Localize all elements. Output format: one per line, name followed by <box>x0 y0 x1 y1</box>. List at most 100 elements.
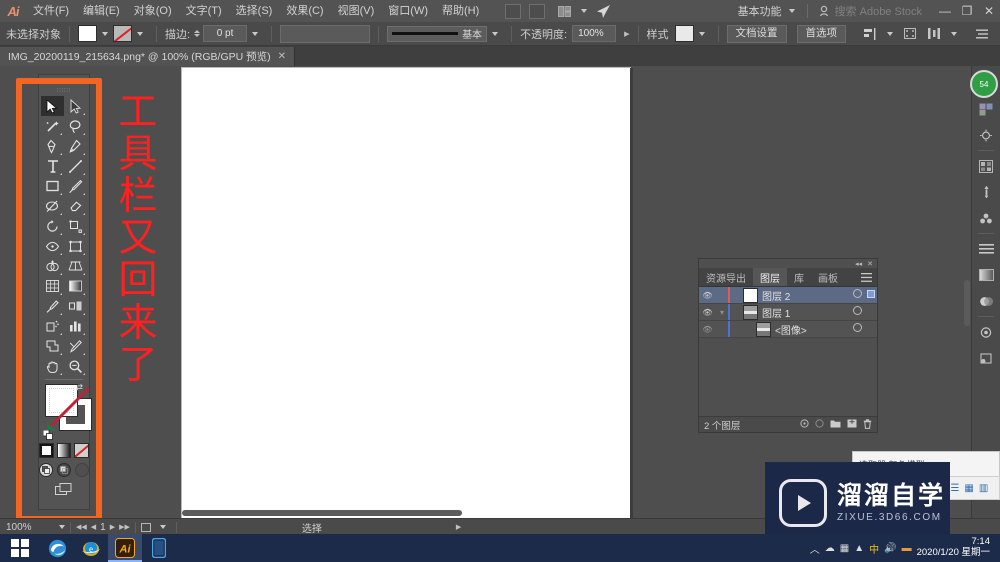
qt-icon-4[interactable]: ▥ <box>979 483 988 494</box>
menu-object[interactable]: 对象(O) <box>127 0 179 22</box>
tool-type[interactable] <box>41 156 64 176</box>
layers-panel[interactable]: ◂◂ ✕ 资源导出 图层 库 画板 👁 图层 2 👁 ▾ 图层 1 👁 <图像>… <box>698 258 878 433</box>
tool-shaper[interactable] <box>41 196 64 216</box>
transform-panel-icon[interactable] <box>899 25 921 43</box>
tool-eraser[interactable] <box>64 196 87 216</box>
align-to-icon[interactable] <box>859 25 881 43</box>
layer-expand-arrow-icon[interactable]: ▾ <box>716 308 728 317</box>
sublayer-target-icon[interactable] <box>849 323 865 335</box>
menu-select[interactable]: 选择(S) <box>229 0 280 22</box>
stroke-weight-stepper[interactable] <box>194 30 201 37</box>
change-screen-mode-icon[interactable] <box>55 483 73 500</box>
properties-icon[interactable] <box>972 122 1000 148</box>
tool-eyedropper[interactable] <box>41 296 64 316</box>
document-setup-button[interactable]: 文档设置 <box>726 24 787 43</box>
new-sublayer-icon[interactable] <box>830 419 841 430</box>
tool-lasso[interactable] <box>64 116 87 136</box>
layer-name[interactable]: 图层 2 <box>762 288 849 303</box>
layer-visibility-icon[interactable]: 👁 <box>699 291 716 300</box>
menu-effect[interactable]: 效果(C) <box>279 0 330 22</box>
tools-panel-header[interactable]: ◂◂ ✕ <box>39 75 89 86</box>
input-method-icon[interactable]: 中 <box>869 541 879 556</box>
tool-line-segment[interactable] <box>64 156 87 176</box>
page-number-input[interactable]: 1 <box>100 522 106 533</box>
layer-visibility-icon[interactable]: 👁 <box>699 308 716 317</box>
zoom-caret-icon[interactable] <box>59 525 65 529</box>
tool-artboard[interactable] <box>41 336 64 356</box>
fill-color-box[interactable] <box>45 384 78 417</box>
panel-options-icon[interactable] <box>971 25 993 43</box>
tool-pen[interactable] <box>41 136 64 156</box>
tool-magic-wand[interactable] <box>41 116 64 136</box>
share-icon[interactable] <box>593 2 615 20</box>
tab-libraries[interactable]: 库 <box>787 268 811 286</box>
menu-type[interactable]: 文字(T) <box>179 0 229 22</box>
tools-panel-grip[interactable]: ∷∷∷ <box>39 86 89 94</box>
table-row[interactable]: 👁 ▾ 图层 1 <box>699 304 877 321</box>
minimize-button[interactable]: — <box>934 0 956 22</box>
layer-target-icon[interactable] <box>849 306 865 318</box>
vertical-scrollbar[interactable] <box>964 280 970 326</box>
tool-column-graph[interactable] <box>64 316 87 336</box>
network-icon[interactable]: ▦ <box>840 543 849 554</box>
swap-fill-stroke-icon[interactable]: ⇄ <box>75 382 83 393</box>
panel-close-icon[interactable]: ✕ <box>80 77 86 85</box>
preferences-button[interactable]: 首选项 <box>796 24 847 43</box>
stroke-icon[interactable] <box>972 236 1000 262</box>
restore-button[interactable]: ❐ <box>956 0 978 22</box>
draw-mode-behind[interactable] <box>57 463 71 477</box>
artboard-canvas[interactable] <box>182 68 630 521</box>
tab-layers[interactable]: 图层 <box>753 268 787 286</box>
tool-gradient[interactable] <box>64 276 87 296</box>
new-layer-icon[interactable] <box>847 419 857 430</box>
tool-scale[interactable] <box>64 216 87 236</box>
transparency-icon[interactable] <box>972 288 1000 314</box>
stroke-profile-caret-icon[interactable] <box>492 31 499 36</box>
menu-edit[interactable]: 编辑(E) <box>76 0 127 22</box>
tool-rotate[interactable] <box>41 216 64 236</box>
tool-zoom[interactable] <box>64 356 87 376</box>
opacity-flyout-icon[interactable]: ▶ <box>624 30 629 38</box>
layers-close-icon[interactable]: ✕ <box>867 260 873 268</box>
bridge-icon[interactable] <box>505 3 522 19</box>
symbols-icon[interactable] <box>972 205 1000 231</box>
tool-hand[interactable] <box>41 356 64 376</box>
color-mode-gradient[interactable] <box>56 443 72 458</box>
stroke-caret-icon[interactable] <box>137 31 143 36</box>
document-tab-close-icon[interactable]: ✕ <box>278 51 286 62</box>
horizontal-scrollbar[interactable] <box>182 510 462 516</box>
tool-rectangle[interactable] <box>41 176 64 196</box>
tab-asset-export[interactable]: 资源导出 <box>699 268 753 286</box>
tool-width[interactable] <box>41 236 64 256</box>
taskbar-app-internet-explorer[interactable]: e <box>74 534 108 562</box>
last-page-icon[interactable]: ▶▶ <box>119 523 130 531</box>
opacity-input[interactable]: 100% <box>572 25 617 42</box>
artboard-caret-icon[interactable] <box>159 525 166 529</box>
layers-collapse-icon[interactable]: ◂◂ <box>855 260 862 268</box>
stroke-weight-caret-icon[interactable] <box>252 31 259 36</box>
tool-free-transform[interactable] <box>64 236 87 256</box>
status-flyout-icon[interactable]: ▶ <box>456 523 461 531</box>
libraries-icon[interactable] <box>972 96 1000 122</box>
locate-object-icon[interactable] <box>800 419 809 430</box>
color-mode-none[interactable] <box>74 443 90 458</box>
layers-panel-header[interactable]: ◂◂ ✕ <box>699 259 877 268</box>
style-swatch[interactable] <box>674 25 694 42</box>
cc-notification-badge[interactable]: 54 <box>970 70 998 98</box>
tool-mesh[interactable] <box>41 276 64 296</box>
tool-slice[interactable] <box>64 336 87 356</box>
arrange-documents-icon[interactable] <box>553 2 575 20</box>
appearance-icon[interactable] <box>972 319 1000 345</box>
cloud-icon[interactable]: ☁ <box>825 543 835 554</box>
tool-curvature[interactable] <box>64 136 87 156</box>
distribute-icon[interactable] <box>923 25 945 43</box>
layers-panel-menu-icon[interactable] <box>861 268 877 286</box>
workspace-switcher[interactable]: 基本功能 <box>731 1 802 21</box>
chevron-up-icon[interactable]: ︿ <box>810 541 820 556</box>
stroke-panel-button[interactable] <box>280 24 371 43</box>
tools-panel[interactable]: ◂◂ ✕ ∷∷∷ ⇄ <box>38 74 92 510</box>
wifi-icon[interactable]: ▲ <box>854 543 864 554</box>
menu-file[interactable]: 文件(F) <box>26 0 76 22</box>
color-icon[interactable] <box>972 153 1000 179</box>
delete-layer-icon[interactable] <box>863 418 872 431</box>
